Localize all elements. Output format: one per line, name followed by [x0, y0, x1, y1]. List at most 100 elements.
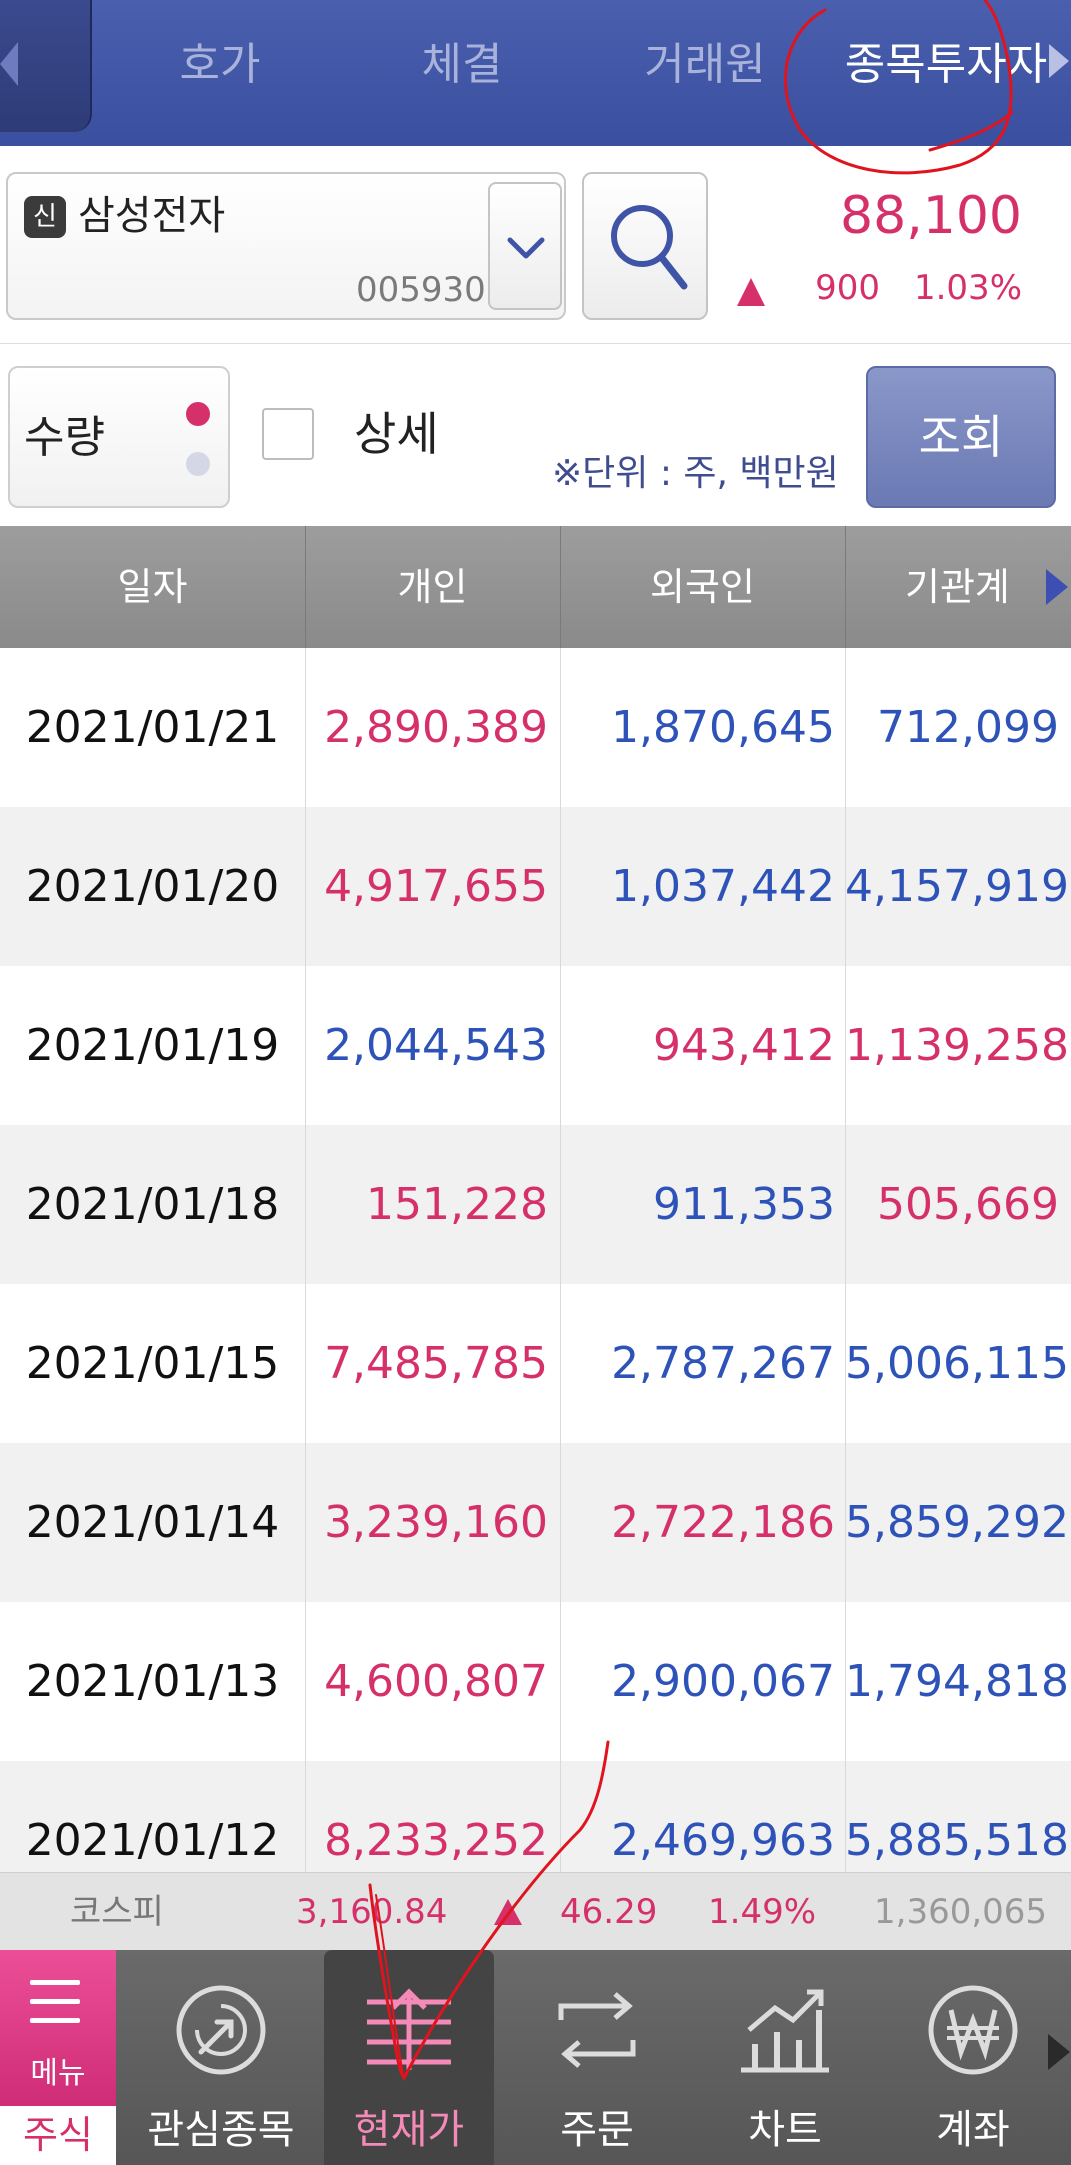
nav-order-label: 주문 [560, 2107, 634, 2153]
stock-search-button[interactable] [582, 172, 708, 320]
stock-selector[interactable]: 신 삼성전자 005930 [6, 172, 566, 320]
up-triangle-icon [737, 278, 765, 306]
date-cell: 2021/01/15 [25, 1338, 280, 1389]
foreign-cell: 2,469,963 [611, 1815, 835, 1866]
stock-code: 005930 [356, 270, 486, 310]
table-row[interactable]: 2021/01/21 2,890,389 1,870,645 712,099 [0, 648, 1071, 807]
account-won-icon [928, 1985, 1018, 2075]
stock-name: 삼성전자 [78, 193, 226, 239]
institution-cell: 5,885,518 [845, 1815, 1069, 1866]
index-volume: 1,360,065 [874, 1892, 1048, 1932]
foreign-cell: 2,900,067 [611, 1656, 835, 1707]
institution-cell: 505,669 [877, 1179, 1059, 1230]
credit-badge: 신 [24, 196, 66, 238]
date-cell: 2021/01/19 [25, 1020, 280, 1071]
price-change: 900 [815, 268, 880, 308]
column-divider [305, 648, 306, 1872]
individual-cell: 4,917,655 [324, 861, 548, 912]
options-row: 수량 상세 ※단위 : 주, 백만원 조회 [0, 344, 1071, 526]
nav-watchlist[interactable]: 관심종목 [136, 1950, 306, 2165]
chevron-down-icon [507, 237, 545, 259]
nav-account[interactable]: 계좌 [888, 1950, 1058, 2165]
tab-trades[interactable]: 체결 [362, 30, 562, 100]
institution-cell: 712,099 [877, 702, 1059, 753]
date-cell: 2021/01/20 [25, 861, 280, 912]
table-row[interactable]: 2021/01/19 2,044,543 943,412 1,139,258 [0, 966, 1071, 1125]
top-tab-bar: 호가 체결 거래원 종목투자자 [0, 0, 1071, 146]
foreign-cell: 911,353 [653, 1179, 835, 1230]
institution-cell: 1,139,258 [845, 1020, 1069, 1071]
quantity-mode-label: 수량 [24, 412, 105, 463]
stock-header: 신 삼성전자 005930 88,100 900 1.03% [0, 146, 1071, 344]
menu-label: 메뉴 [30, 2056, 86, 2091]
foreign-cell: 2,787,267 [611, 1338, 835, 1389]
column-header-date: 일자 [117, 565, 188, 609]
nav-chart[interactable]: 차트 [700, 1950, 870, 2165]
table-row[interactable]: 2021/01/13 4,600,807 2,900,067 1,794,818 [0, 1602, 1071, 1761]
search-icon [611, 205, 688, 290]
detail-checkbox-label[interactable]: 상세 [354, 404, 439, 464]
table-row[interactable]: 2021/01/18 151,228 911,353 505,669 [0, 1125, 1071, 1284]
order-icon [558, 1992, 636, 2068]
up-triangle-icon [494, 1899, 522, 1925]
columns-next-arrow-icon[interactable] [1046, 569, 1068, 605]
stock-category-tab[interactable]: 주식 [0, 2106, 116, 2165]
institution-cell: 5,859,292 [845, 1497, 1069, 1548]
table-row[interactable]: 2021/01/12 8,233,252 2,469,963 5,885,518 [0, 1761, 1071, 1872]
current-price: 88,100 [840, 186, 1022, 246]
back-tab-button[interactable] [0, 0, 92, 132]
individual-cell: 7,485,785 [324, 1338, 548, 1389]
nav-current-price[interactable]: 현재가 [324, 1950, 494, 2165]
nav-next-arrow-icon[interactable] [1048, 2034, 1070, 2070]
column-divider [560, 648, 561, 1872]
investor-table[interactable]: 2021/01/21 2,890,389 1,870,645 712,099 2… [0, 648, 1071, 1872]
tabs-next-arrow-icon[interactable] [1049, 44, 1069, 78]
app-screen: 호가 체결 거래원 종목투자자 신 삼성전자 005930 88,100 900… [0, 0, 1071, 2165]
date-cell: 2021/01/14 [25, 1497, 280, 1548]
stock-dropdown-button[interactable] [488, 182, 562, 310]
individual-cell: 3,239,160 [324, 1497, 548, 1548]
mode-indicator-inactive [186, 452, 210, 476]
institution-cell: 4,157,919 [845, 861, 1069, 912]
nav-order[interactable]: 주문 [512, 1950, 682, 2165]
unit-note: ※단위 : 주, 백만원 [552, 453, 839, 494]
individual-cell: 2,044,543 [324, 1020, 548, 1071]
quantity-mode-toggle[interactable]: 수량 [8, 366, 230, 508]
index-change-percent: 1.49% [708, 1892, 817, 1932]
market-index-bar[interactable]: 코스피 3,160.84 46.29 1.49% 1,360,065 [0, 1872, 1071, 1950]
table-row[interactable]: 2021/01/15 7,485,785 2,787,267 5,006,115 [0, 1284, 1071, 1443]
individual-cell: 4,600,807 [324, 1656, 548, 1707]
foreign-cell: 1,870,645 [611, 702, 835, 753]
individual-cell: 2,890,389 [324, 702, 548, 753]
nav-chart-label: 차트 [748, 2107, 822, 2153]
index-change: 46.29 [560, 1892, 658, 1932]
menu-button[interactable]: 메뉴 [0, 1950, 116, 2106]
query-button[interactable]: 조회 [866, 366, 1056, 508]
current-price-icon [367, 1988, 451, 2070]
chart-icon [741, 1989, 829, 2073]
detail-checkbox[interactable] [262, 408, 314, 460]
table-row[interactable]: 2021/01/14 3,239,160 2,722,186 5,859,292 [0, 1443, 1071, 1602]
individual-cell: 151,228 [366, 1179, 548, 1230]
nav-watchlist-label: 관심종목 [147, 2107, 295, 2153]
date-cell: 2021/01/12 [25, 1815, 280, 1866]
column-divider [845, 648, 846, 1872]
tab-brokers[interactable]: 거래원 [605, 30, 805, 100]
table-row[interactable]: 2021/01/20 4,917,655 1,037,442 4,157,919 [0, 807, 1071, 966]
watchlist-icon [176, 1985, 266, 2075]
price-change-percent: 1.03% [913, 268, 1022, 308]
foreign-cell: 1,037,442 [611, 861, 835, 912]
nav-account-label: 계좌 [936, 2107, 1010, 2153]
tab-stock-investors[interactable]: 종목투자자 [836, 30, 1056, 100]
column-header-institution: 기관계 [905, 565, 1010, 609]
table-header: 일자 개인 외국인 기관계 [0, 526, 1071, 648]
index-name: 코스피 [70, 1892, 164, 1932]
hamburger-icon [30, 1980, 80, 2037]
nav-current-price-label: 현재가 [353, 2107, 465, 2153]
individual-cell: 8,233,252 [324, 1815, 548, 1866]
date-cell: 2021/01/21 [25, 702, 280, 753]
tab-orderbook[interactable]: 호가 [120, 30, 320, 100]
index-value: 3,160.84 [296, 1892, 448, 1932]
foreign-cell: 2,722,186 [611, 1497, 835, 1548]
column-header-foreign: 외국인 [650, 565, 755, 609]
